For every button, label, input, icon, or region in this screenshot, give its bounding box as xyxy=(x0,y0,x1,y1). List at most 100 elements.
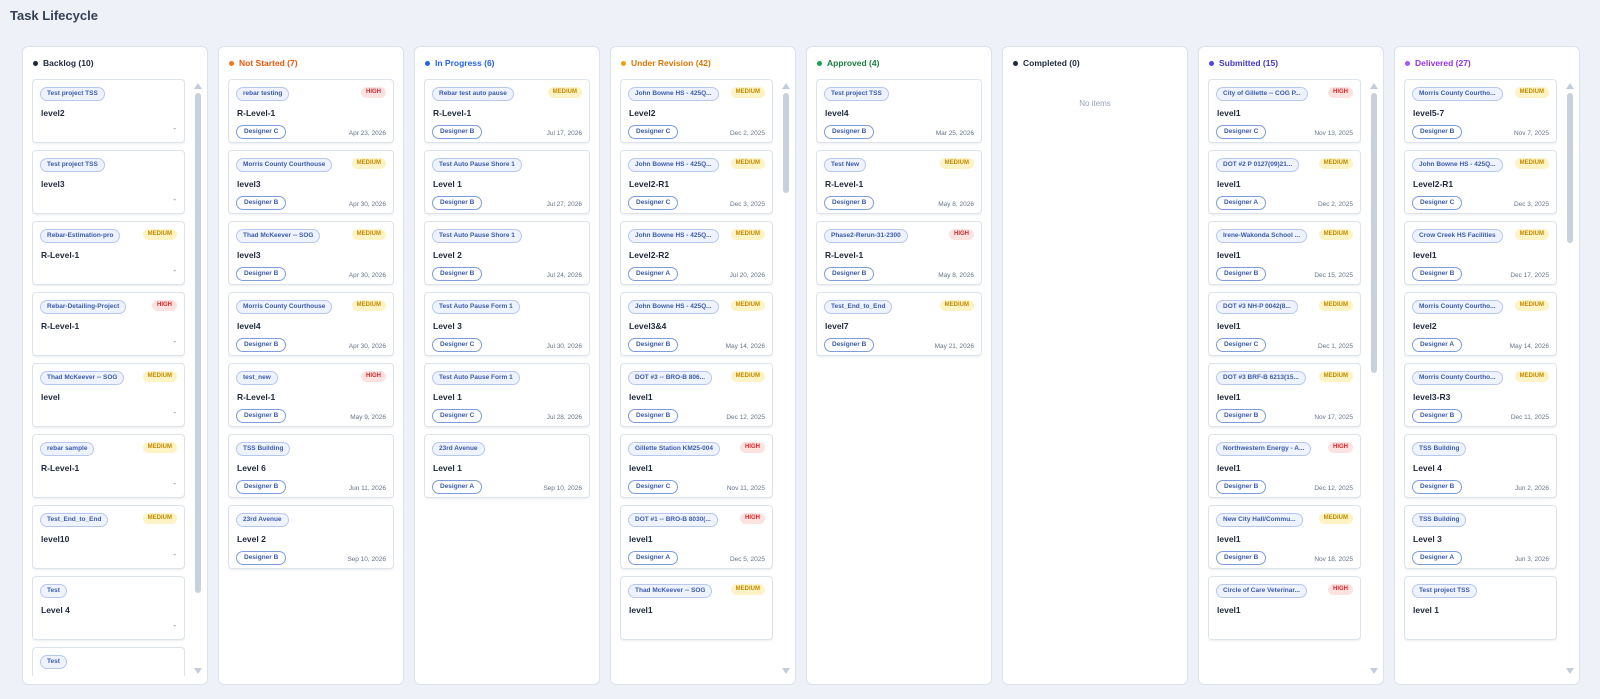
task-card[interactable]: Thad McKeever -- SOG MEDIUM level - xyxy=(32,363,185,427)
project-chip[interactable]: Thad McKeever -- SOG xyxy=(236,229,321,243)
scrollbar[interactable] xyxy=(194,83,202,674)
scroll-down-icon[interactable] xyxy=(1566,668,1574,674)
scrollbar-thumb[interactable] xyxy=(783,93,789,193)
project-chip[interactable]: Test Auto Pause Form 1 xyxy=(432,300,520,314)
designer-chip[interactable]: Designer C xyxy=(1216,125,1267,139)
project-chip[interactable]: Thad McKeever -- SOG xyxy=(40,371,125,385)
task-card[interactable]: John Bowne HS - 425Q... MEDIUM Level2-R1 De… xyxy=(1404,150,1557,214)
project-chip[interactable]: John Bowne HS - 425Q... xyxy=(628,158,719,172)
task-card[interactable]: Morris County Courtho... MEDIUM level3-R3 D… xyxy=(1404,363,1557,427)
designer-chip[interactable]: Designer A xyxy=(628,551,679,565)
task-card[interactable]: DOT #3 NH-P 0042(8... MEDIUM level1 Designe… xyxy=(1208,292,1361,356)
project-chip[interactable]: Crow Creek HS Facilities xyxy=(1412,229,1503,243)
task-card[interactable]: Morris County Courthouse MEDIUM level4 Desi… xyxy=(228,292,394,356)
task-card[interactable]: TSS Building Level 3 Designer A Jun 3, 2026 xyxy=(1404,505,1557,569)
task-card[interactable]: New City Hall/Commu... MEDIUM level1 Design… xyxy=(1208,505,1361,569)
task-card[interactable]: Test xyxy=(32,647,185,676)
scrollbar-thumb[interactable] xyxy=(195,93,201,593)
designer-chip[interactable]: Designer B xyxy=(628,409,679,423)
designer-chip[interactable]: Designer A xyxy=(628,267,679,281)
scroll-down-icon[interactable] xyxy=(1370,668,1378,674)
project-chip[interactable]: test_new xyxy=(236,371,278,385)
task-card[interactable]: DOT #3 -- BRO-B 806... MEDIUM level1 Design… xyxy=(620,363,773,427)
designer-chip[interactable]: Designer C xyxy=(432,338,483,352)
project-chip[interactable]: Circle of Care Veterinar... xyxy=(1216,584,1307,598)
scroll-down-icon[interactable] xyxy=(782,668,790,674)
task-card[interactable]: rebar testing HIGH R-Level-1 Designer C Apr … xyxy=(228,79,394,143)
project-chip[interactable]: John Bowne HS - 425Q... xyxy=(628,300,719,314)
task-card[interactable]: 23rd Avenue Level 1 Designer A Sep 10, 2026 xyxy=(424,434,590,498)
project-chip[interactable]: 23rd Avenue xyxy=(236,513,289,527)
scroll-up-icon[interactable] xyxy=(1370,83,1378,89)
task-card[interactable]: Test Auto Pause Shore 1 Level 2 Designer B… xyxy=(424,221,590,285)
project-chip[interactable]: John Bowne HS - 425Q... xyxy=(1412,158,1503,172)
task-card[interactable]: TSS Building Level 4 Designer B Jun 2, 2026 xyxy=(1404,434,1557,498)
project-chip[interactable]: Test Auto Pause Shore 1 xyxy=(432,229,522,243)
task-card[interactable]: City of Gillette -- COG P... HIGH level1 De… xyxy=(1208,79,1361,143)
task-card[interactable]: Test project TSS level 1 xyxy=(1404,576,1557,640)
project-chip[interactable]: Rebar-Detailing-Project xyxy=(40,300,127,314)
project-chip[interactable]: Test xyxy=(40,655,67,669)
project-chip[interactable]: Test_End_to_End xyxy=(824,300,893,314)
task-card[interactable]: DOT #1 -- BRO-B 8030(... HIGH level1 Design… xyxy=(620,505,773,569)
project-chip[interactable]: City of Gillette -- COG P... xyxy=(1216,87,1308,101)
project-chip[interactable]: Test project TSS xyxy=(40,87,105,101)
designer-chip[interactable]: Designer B xyxy=(236,409,287,423)
task-card[interactable]: DOT #3 BRF-B 6213(15... MEDIUM level1 Desig… xyxy=(1208,363,1361,427)
designer-chip[interactable]: Designer C xyxy=(628,480,679,494)
designer-chip[interactable]: Designer A xyxy=(432,480,483,494)
project-chip[interactable]: Gillette Station KM25-004 xyxy=(628,442,721,456)
designer-chip[interactable]: Designer B xyxy=(824,267,875,281)
designer-chip[interactable]: Designer B xyxy=(1412,125,1463,139)
scrollbar[interactable] xyxy=(1566,83,1574,674)
designer-chip[interactable]: Designer C xyxy=(236,125,287,139)
project-chip[interactable]: DOT #2 P 0127(09)21... xyxy=(1216,158,1300,172)
task-card[interactable]: rebar sample MEDIUM R-Level-1 - xyxy=(32,434,185,498)
task-card[interactable]: John Bowne HS - 425Q... MEDIUM Level2-R2 De… xyxy=(620,221,773,285)
task-card[interactable]: John Bowne HS - 425Q... MEDIUM Level2 Desig… xyxy=(620,79,773,143)
task-card[interactable]: Rebar-Estimation-pro MEDIUM R-Level-1 - xyxy=(32,221,185,285)
designer-chip[interactable]: Designer A xyxy=(1216,196,1267,210)
designer-chip[interactable]: Designer B xyxy=(1412,480,1463,494)
designer-chip[interactable]: Designer B xyxy=(628,338,679,352)
project-chip[interactable]: Morris County Courtho... xyxy=(1412,300,1503,314)
designer-chip[interactable]: Designer B xyxy=(432,267,483,281)
project-chip[interactable]: 23rd Avenue xyxy=(432,442,485,456)
project-chip[interactable]: Rebar test auto pause xyxy=(432,87,514,101)
project-chip[interactable]: Morris County Courthouse xyxy=(236,158,333,172)
project-chip[interactable]: Thad McKeever -- SOG xyxy=(628,584,713,598)
project-chip[interactable]: Test project TSS xyxy=(1412,584,1477,598)
designer-chip[interactable]: Designer A xyxy=(1412,551,1463,565)
scroll-up-icon[interactable] xyxy=(1566,83,1574,89)
project-chip[interactable]: DOT #1 -- BRO-B 8030(... xyxy=(628,513,718,527)
task-card[interactable]: Morris County Courthouse MEDIUM level3 Desi… xyxy=(228,150,394,214)
designer-chip[interactable]: Designer B xyxy=(236,196,287,210)
designer-chip[interactable]: Designer B xyxy=(1216,267,1267,281)
task-card[interactable]: Test project TSS level2 - xyxy=(32,79,185,143)
designer-chip[interactable]: Designer B xyxy=(824,125,875,139)
designer-chip[interactable]: Designer B xyxy=(824,338,875,352)
project-chip[interactable]: TSS Building xyxy=(236,442,291,456)
task-card[interactable]: Thad McKeever -- SOG MEDIUM level1 xyxy=(620,576,773,640)
task-card[interactable]: Test Auto Pause Form 1 Level 1 Designer C J… xyxy=(424,363,590,427)
designer-chip[interactable]: Designer C xyxy=(1412,196,1463,210)
task-card[interactable]: Morris County Courtho... MEDIUM level5-7 De… xyxy=(1404,79,1557,143)
task-card[interactable]: Rebar-Detailing-Project HIGH R-Level-1 - xyxy=(32,292,185,356)
task-card[interactable]: Gillette Station KM25-004 HIGH level1 Desig… xyxy=(620,434,773,498)
task-card[interactable]: Test New MEDIUM R-Level-1 Designer B May 8, … xyxy=(816,150,982,214)
project-chip[interactable]: Test Auto Pause Shore 1 xyxy=(432,158,522,172)
task-card[interactable]: Test project TSS level3 - xyxy=(32,150,185,214)
designer-chip[interactable]: Designer B xyxy=(432,196,483,210)
project-chip[interactable]: Morris County Courtho... xyxy=(1412,371,1503,385)
project-chip[interactable]: Test project TSS xyxy=(40,158,105,172)
scroll-up-icon[interactable] xyxy=(194,83,202,89)
task-card[interactable]: Northwestern Energy - A... HIGH level1 Desi… xyxy=(1208,434,1361,498)
project-chip[interactable]: Irene-Wakonda School ... xyxy=(1216,229,1308,243)
project-chip[interactable]: Test Auto Pause Form 1 xyxy=(432,371,520,385)
project-chip[interactable]: Morris County Courtho... xyxy=(1412,87,1503,101)
task-card[interactable]: Thad McKeever -- SOG MEDIUM level3 Designer… xyxy=(228,221,394,285)
task-card[interactable]: Test Auto Pause Shore 1 Level 1 Designer B… xyxy=(424,150,590,214)
project-chip[interactable]: Rebar-Estimation-pro xyxy=(40,229,121,243)
project-chip[interactable]: DOT #3 NH-P 0042(8... xyxy=(1216,300,1298,314)
project-chip[interactable]: John Bowne HS - 425Q... xyxy=(628,229,719,243)
